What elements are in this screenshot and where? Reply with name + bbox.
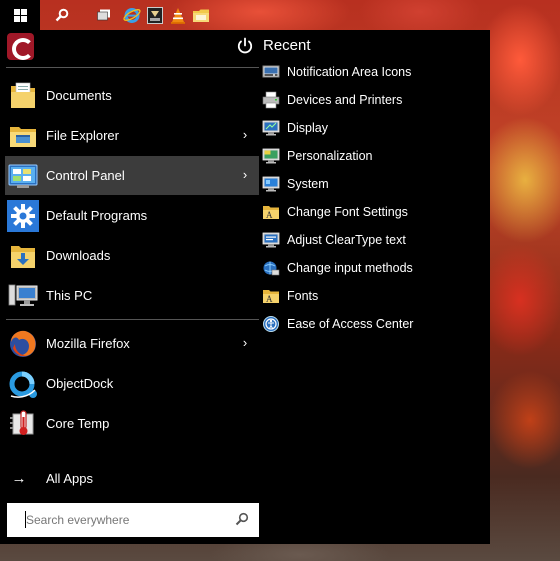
svg-text:A: A [266,210,273,220]
menu-item-label: Core Temp [46,416,110,431]
sandbox-app-button[interactable] [146,6,164,24]
menu-item-file-explorer[interactable]: File Explorer › [5,116,259,155]
start-menu-left-pane: Documents File Explorer › Control Panel … [0,30,259,544]
recent-title: Recent [263,37,311,54]
recent-item-label: Fonts [287,289,319,303]
menu-item-label: File Explorer [46,128,119,143]
vlc-icon [171,7,185,24]
sandbox-app-icon [147,6,163,24]
menu-item-downloads[interactable]: Downloads [5,236,259,275]
default-programs-gear-icon [7,199,39,232]
recent-item-label: Adjust ClearType text [287,233,406,247]
taskbar-search-button[interactable] [52,6,72,24]
menu-item-objectdock[interactable]: ObjectDock [5,364,259,403]
recent-item-label: Personalization [287,149,373,163]
recent-item-label: Ease of Access Center [287,317,414,331]
menu-item-label: Downloads [46,248,111,263]
task-view-icon [97,9,110,21]
divider [6,67,259,68]
taskbar [0,0,560,30]
search-input[interactable] [26,511,226,529]
system-icon [262,176,280,192]
chevron-right-icon[interactable]: › [239,336,251,350]
divider [6,319,259,320]
printer-icon [262,91,280,109]
menu-item-control-panel[interactable]: Control Panel › [5,156,259,195]
font-folder-icon: A [263,206,279,220]
recent-item-system[interactable]: System [262,171,487,197]
recent-item-notification-area-icons[interactable]: Notification Area Icons [262,59,487,85]
menu-item-this-pc[interactable]: This PC [5,276,259,315]
recent-item-display[interactable]: Display [262,115,487,141]
downloads-folder-icon [11,245,35,268]
search-icon [55,8,69,22]
menu-item-core-temp[interactable]: Core Temp [5,404,259,443]
control-panel-icon [8,164,38,188]
recent-item-devices-and-printers[interactable]: Devices and Printers [262,87,487,113]
core-temp-icon [10,409,34,435]
internet-explorer-icon [123,8,141,23]
objectdock-icon [9,371,37,398]
folder-button[interactable] [191,6,211,24]
fonts-folder-icon: A [263,290,279,304]
folder-icon [193,9,209,22]
svg-text:A: A [266,294,273,304]
all-apps-label: All Apps [46,470,93,486]
this-pc-icon [8,284,38,306]
internet-explorer-button[interactable] [122,6,142,24]
search-box[interactable] [7,503,259,537]
start-button[interactable] [0,0,40,30]
personalization-icon [262,148,280,164]
menu-item-default-programs[interactable]: Default Programs [5,196,259,235]
display-icon [262,120,280,136]
recent-item-change-font-settings[interactable]: A Change Font Settings [262,199,487,225]
notification-area-icon [262,65,280,78]
recent-item-label: Display [287,121,328,135]
start-menu-right-pane: Recent Notification Area Icons Devices a… [259,30,490,544]
power-icon[interactable] [236,37,254,55]
chevron-right-icon[interactable]: › [239,128,251,142]
recent-item-label: Notification Area Icons [287,65,412,79]
recent-item-ease-of-access-center[interactable]: Ease of Access Center [262,311,487,337]
firefox-icon [10,330,36,357]
start-menu: Documents File Explorer › Control Panel … [0,30,490,544]
menu-item-documents[interactable]: Documents [5,76,259,115]
recent-item-label: Change input methods [287,261,413,275]
menu-item-label: Default Programs [46,208,148,223]
ease-of-access-icon [263,316,279,332]
recent-item-label: Change Font Settings [287,205,408,219]
recent-item-adjust-cleartype-text[interactable]: Adjust ClearType text [262,227,487,253]
recent-item-label: System [287,177,329,191]
search-icon[interactable] [235,512,249,526]
cleartype-icon [262,232,280,248]
task-view-button[interactable] [95,6,113,24]
windows-logo-icon [13,8,27,22]
vlc-button[interactable] [169,6,187,24]
arrow-right-icon: → [11,469,27,487]
user-avatar[interactable] [7,33,34,60]
recent-item-change-input-methods[interactable]: Change input methods [262,255,487,281]
menu-item-label: ObjectDock [46,376,114,391]
chevron-right-icon[interactable]: › [239,168,251,182]
documents-folder-icon [11,82,35,108]
menu-item-mozilla-firefox[interactable]: Mozilla Firefox › [5,324,259,363]
recent-item-label: Devices and Printers [287,93,403,107]
menu-item-label: Control Panel [46,168,125,183]
recent-item-personalization[interactable]: Personalization [262,143,487,169]
menu-item-label: Documents [46,88,112,103]
file-explorer-icon [10,126,36,147]
input-methods-icon [263,261,280,276]
menu-item-label: Mozilla Firefox [46,336,130,351]
recent-item-fonts[interactable]: A Fonts [262,283,487,309]
menu-item-label: This PC [46,288,93,303]
all-apps-button[interactable]: → All Apps [8,463,259,493]
